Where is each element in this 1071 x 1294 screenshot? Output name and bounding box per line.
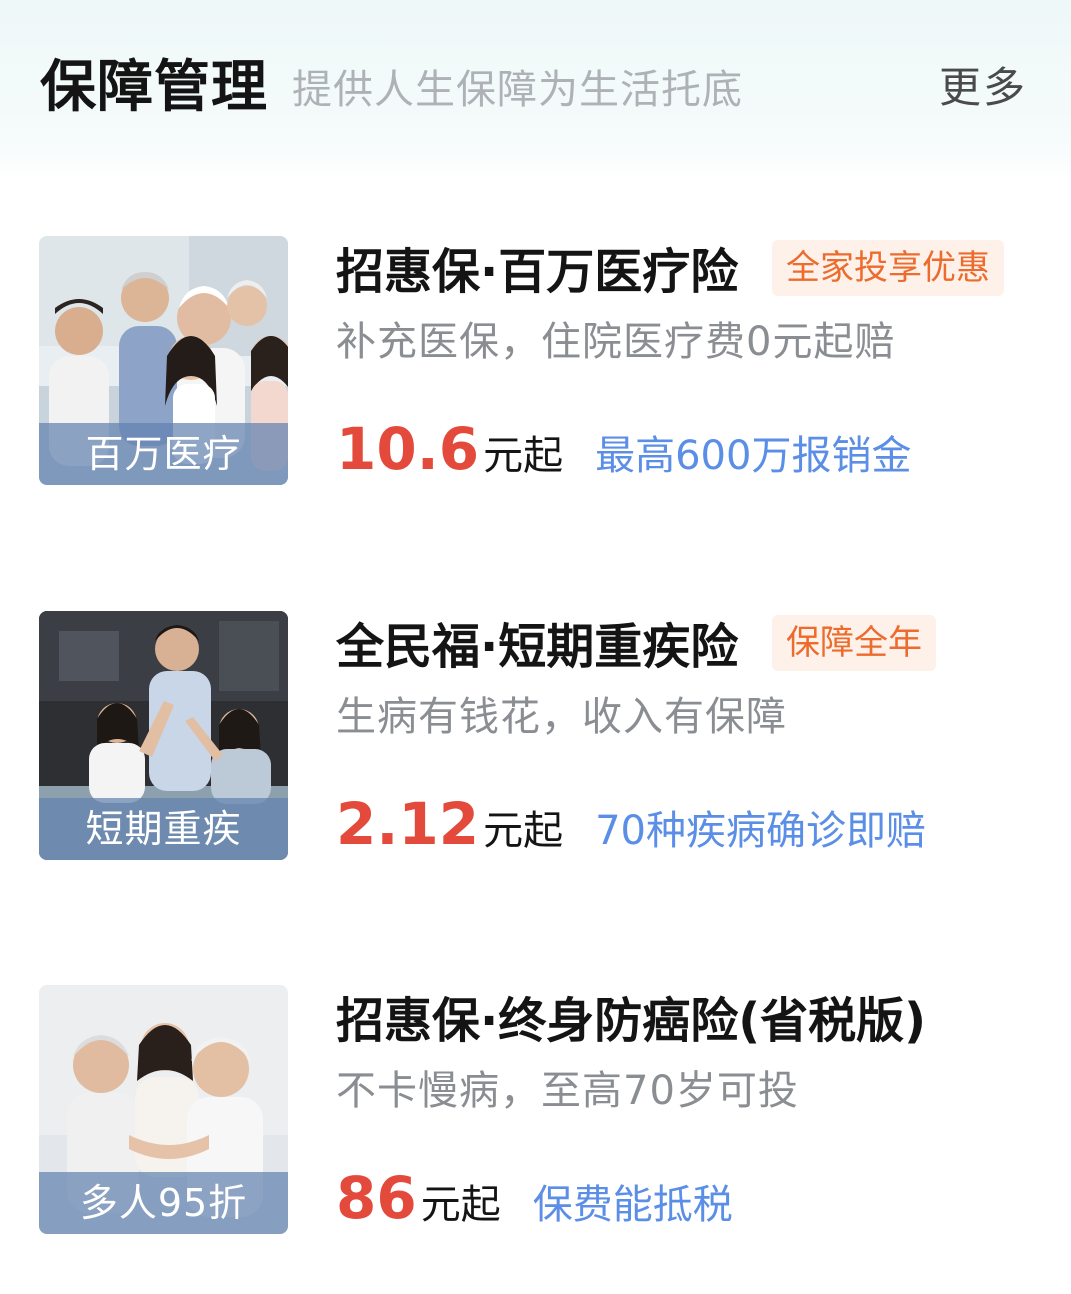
price-row: 86 元起 保费能抵税: [336, 1163, 733, 1233]
product-card-critical-illness[interactable]: 短期重疾 全民福·短期重疾险 保障全年 生病有钱花，收入有保障 2.12 元起 70…: [0, 611, 1071, 911]
product-description: 生病有钱花，收入有保障: [336, 694, 787, 740]
thumb-caption: 百万医疗: [39, 423, 288, 485]
section-subtitle: 提供人生保障为生活托底: [292, 67, 743, 113]
promo-tag: 全家投享优惠: [772, 240, 1004, 296]
price-value: 2.12: [336, 790, 480, 858]
price-row: 2.12 元起 70种疾病确诊即赔: [336, 789, 926, 859]
promo-tag: 保障全年: [772, 615, 936, 671]
product-title[interactable]: 招惠保·终身防癌险(省税版): [336, 989, 926, 1053]
product-description: 不卡慢病，至高70岁可投: [336, 1068, 799, 1114]
product-highlight: 70种疾病确诊即赔: [595, 808, 927, 854]
product-card-medical[interactable]: 百万医疗 招惠保·百万医疗险 全家投享优惠 补充医保，住院医疗费0元起赔 10.…: [0, 236, 1071, 536]
price-value: 10.6: [336, 415, 480, 483]
thumb-caption: 多人95折: [39, 1172, 288, 1234]
product-image: 短期重疾: [39, 611, 288, 860]
product-highlight: 保费能抵税: [532, 1182, 733, 1228]
product-image: 百万医疗: [39, 236, 288, 485]
thumb-caption: 短期重疾: [39, 798, 288, 860]
product-description: 补充医保，住院医疗费0元起赔: [336, 319, 896, 365]
price-unit: 元起: [483, 808, 564, 854]
price-row: 10.6 元起 最高600万报销金: [336, 414, 911, 484]
product-card-cancer[interactable]: 多人95折 招惠保·终身防癌险(省税版) 不卡慢病，至高70岁可投 86 元起 保费…: [0, 985, 1071, 1285]
price-unit: 元起: [420, 1182, 501, 1228]
price-unit: 元起: [483, 433, 564, 479]
product-image: 多人95折: [39, 985, 288, 1234]
price-value: 86: [336, 1164, 417, 1232]
product-highlight: 最高600万报销金: [595, 433, 912, 479]
product-title[interactable]: 全民福·短期重疾险: [336, 615, 738, 679]
section-header: 保障管理 提供人生保障为生活托底 更多: [0, 0, 1071, 175]
product-title[interactable]: 招惠保·百万医疗险: [336, 240, 738, 304]
more-link[interactable]: 更多: [939, 56, 1027, 120]
section-title: 保障管理: [40, 55, 268, 120]
